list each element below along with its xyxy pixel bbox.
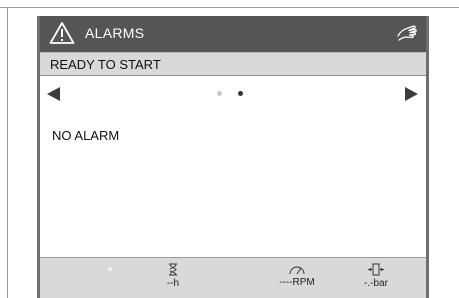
hours-value: --h xyxy=(166,278,180,289)
gauge-icon xyxy=(289,266,305,275)
speed-value: ----RPM xyxy=(279,277,315,288)
status-text: READY TO START xyxy=(50,57,161,72)
pressure-value: -.-bar xyxy=(364,278,388,289)
alarm-content: NO ALARM xyxy=(40,76,426,273)
left-rule xyxy=(7,7,8,298)
pressure-meter: -.-bar xyxy=(356,263,396,289)
status-bar: READY TO START xyxy=(40,52,426,76)
controller-display: ALARMS READY TO START NO ALARM --h ----R… xyxy=(37,16,429,298)
speed-meter: ----RPM xyxy=(272,263,322,288)
page-dot xyxy=(217,91,222,96)
header-bar: ALARMS xyxy=(40,16,426,52)
page-indicator xyxy=(217,91,243,96)
pressure-icon xyxy=(368,263,384,276)
hand-icon[interactable] xyxy=(396,23,418,43)
page-title: ALARMS xyxy=(85,25,145,41)
page-dot-active xyxy=(238,91,243,96)
hourglass-icon xyxy=(169,263,177,276)
footer-meters: --h ----RPM -.-bar xyxy=(40,257,426,298)
next-page-arrow-icon[interactable] xyxy=(405,87,418,101)
alarm-message: NO ALARM xyxy=(52,128,120,143)
previous-page-arrow-icon[interactable] xyxy=(47,87,60,101)
page-frame: ALARMS READY TO START NO ALARM --h ----R… xyxy=(0,0,459,298)
warning-triangle-icon xyxy=(49,22,75,44)
top-rule xyxy=(0,7,459,8)
hours-meter: --h xyxy=(158,263,188,289)
footer-indicator-dot xyxy=(108,267,112,271)
